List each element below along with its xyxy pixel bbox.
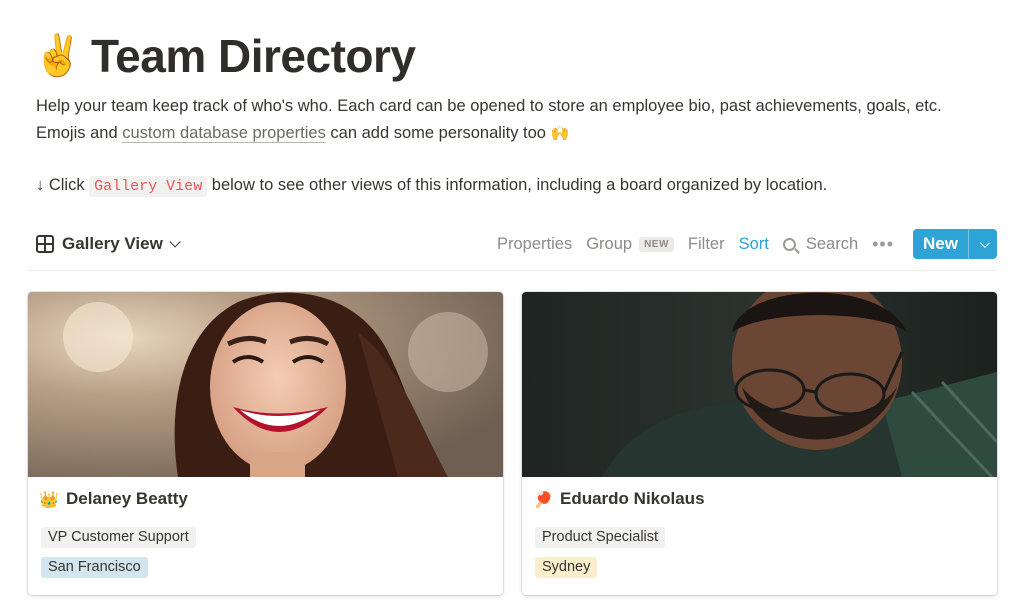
view-label: Gallery View <box>62 234 163 253</box>
location-tag: Sydney <box>535 557 598 578</box>
card-cover-image <box>522 292 997 477</box>
group-label: Group <box>586 234 633 253</box>
smiling-woman-photo <box>28 292 503 477</box>
role-tag: VP Customer Support <box>41 527 196 548</box>
gallery-card[interactable]: 👑 Delaney Beatty VP Customer Support San… <box>28 292 503 595</box>
chevron-down-icon <box>979 237 990 248</box>
location-tag: San Francisco <box>41 557 148 578</box>
group-button[interactable]: Group NEW <box>579 229 681 259</box>
man-with-glasses-photo <box>522 292 997 477</box>
card-cover-image <box>28 292 503 477</box>
hint-text: below to see other views of this informa… <box>207 176 828 194</box>
toolbar-actions: Properties Group NEW Filter Sort Search … <box>490 228 997 260</box>
gallery-hint: ↓ Click Gallery View below to see other … <box>36 172 827 200</box>
description-line-1: Help your team keep track of who's who. … <box>36 97 942 115</box>
sort-button[interactable]: Sort <box>732 229 776 259</box>
card-title: 🏓 Eduardo Nikolaus <box>533 489 705 509</box>
page-description: Help your team keep track of who's who. … <box>36 93 996 147</box>
card-title: 👑 Delaney Beatty <box>39 489 188 509</box>
new-button[interactable]: New <box>913 229 968 259</box>
search-label: Search <box>805 234 859 253</box>
inline-code: Gallery View <box>89 176 208 197</box>
custom-properties-link[interactable]: custom database properties <box>122 124 326 143</box>
gallery-card[interactable]: 🏓 Eduardo Nikolaus Product Specialist Sy… <box>522 292 997 595</box>
new-button-group: New <box>913 229 997 259</box>
more-options-button[interactable]: ••• <box>865 229 901 259</box>
role-tag: Product Specialist <box>535 527 666 548</box>
new-dropdown-button[interactable] <box>968 229 997 259</box>
page-title-row: ✌️ Team Directory <box>33 28 416 84</box>
page-title[interactable]: Team Directory <box>91 29 416 83</box>
filter-button[interactable]: Filter <box>681 229 732 259</box>
gallery-grid-icon <box>36 235 54 253</box>
toolbar-divider <box>28 270 997 271</box>
ping-pong-icon: 🏓 <box>533 489 553 509</box>
database-toolbar: Gallery View Properties Group NEW Filter… <box>28 226 997 262</box>
search-button[interactable]: Search <box>776 229 865 259</box>
more-dots-icon: ••• <box>872 233 895 254</box>
view-switcher[interactable]: Gallery View <box>28 228 185 260</box>
new-badge: NEW <box>639 236 674 252</box>
search-icon <box>782 237 796 251</box>
victory-hand-icon[interactable]: ✌️ <box>33 36 83 76</box>
crown-icon: 👑 <box>39 489 59 509</box>
description-line-2: Emojis and custom database properties ca… <box>36 120 996 147</box>
raised-hands-icon: 🙌 <box>550 124 570 142</box>
description-text: can add some personality too <box>325 124 551 142</box>
hint-text: ↓ Click <box>36 176 90 194</box>
page: ✌️ Team Directory Help your team keep tr… <box>0 0 1017 604</box>
employee-name: Delaney Beatty <box>66 489 188 508</box>
employee-name: Eduardo Nikolaus <box>560 489 705 508</box>
properties-button[interactable]: Properties <box>490 229 579 259</box>
description-text: Emojis and <box>36 124 123 142</box>
chevron-down-icon <box>169 236 181 248</box>
